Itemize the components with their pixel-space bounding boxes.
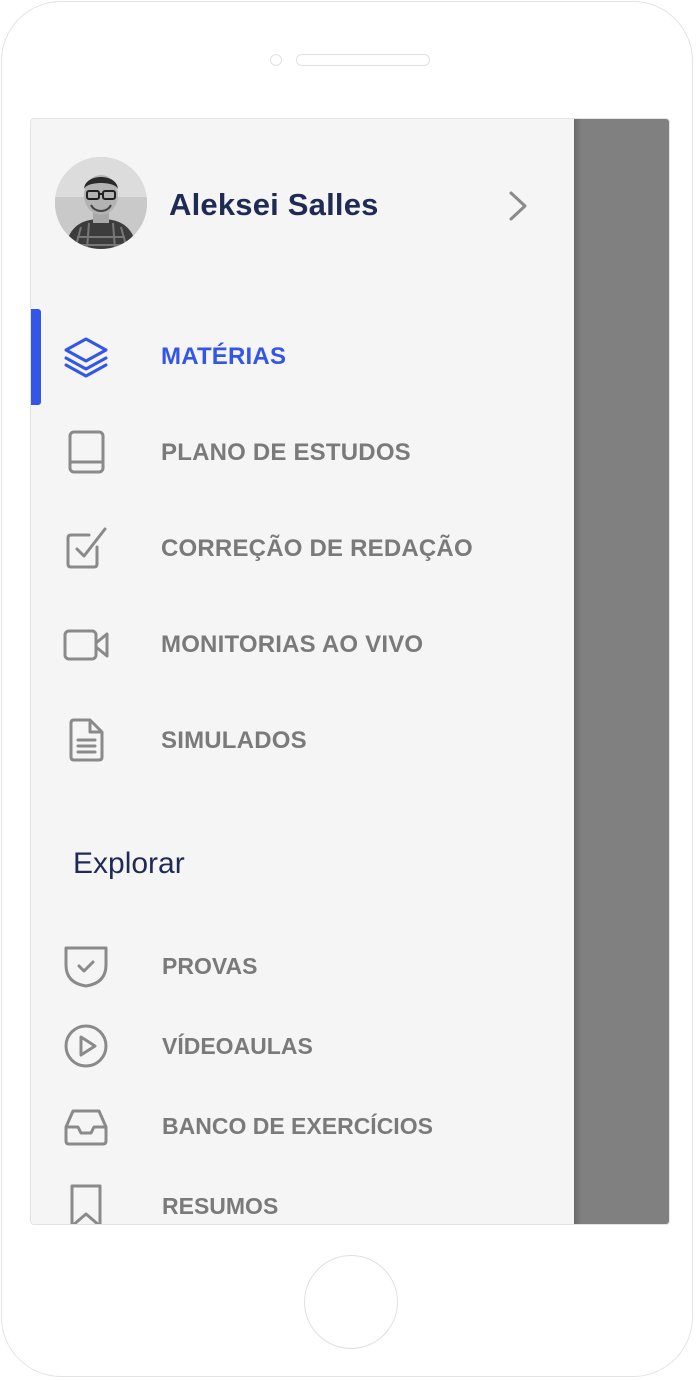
drawer-scrim[interactable] — [574, 119, 669, 1224]
menu-item-label: MATÉRIAS — [161, 343, 287, 370]
inbox-icon — [64, 1109, 108, 1146]
menu-item-label: CORREÇÃO DE REDAÇÃO — [161, 535, 473, 562]
menu-item-monitorias-ao-vivo[interactable]: MONITORIAS AO VIVO — [31, 597, 574, 693]
menu-item-label: SIMULADOS — [161, 727, 307, 754]
bookmark-icon — [70, 1184, 102, 1224]
menu-item-correcao-de-redacao[interactable]: CORREÇÃO DE REDAÇÃO — [31, 501, 574, 597]
home-button[interactable] — [304, 1255, 398, 1349]
explore-item-label: PROVAS — [162, 953, 258, 979]
explore-item-resumos[interactable]: RESUMOS — [31, 1167, 574, 1224]
profile-name[interactable]: Aleksei Salles — [169, 187, 379, 223]
avatar — [55, 157, 147, 249]
shield-check-icon — [64, 946, 108, 988]
menu-item-label: PLANO DE ESTUDOS — [161, 439, 411, 466]
menu-item-materias[interactable]: MATÉRIAS — [31, 309, 574, 405]
menu-item-simulados[interactable]: SIMULADOS — [31, 693, 574, 789]
screen: Aleksei Salles MATÉRIAS PLANO DE ESTUDOS… — [30, 118, 670, 1225]
video-camera-icon — [63, 629, 109, 661]
explore-item-label: RESUMOS — [162, 1193, 279, 1219]
checkbox-icon — [66, 527, 107, 569]
navigation-drawer: Aleksei Salles MATÉRIAS PLANO DE ESTUDOS… — [31, 119, 574, 1224]
phone-frame: Aleksei Salles MATÉRIAS PLANO DE ESTUDOS… — [1, 1, 693, 1377]
layers-icon — [64, 337, 108, 378]
explore-item-banco-de-exercicios[interactable]: BANCO DE EXERCÍCIOS — [31, 1087, 574, 1167]
book-icon — [68, 430, 105, 474]
explore-item-label: VÍDEOAULAS — [162, 1033, 313, 1059]
explore-item-label: BANCO DE EXERCÍCIOS — [162, 1113, 433, 1139]
camera — [270, 54, 282, 66]
explore-item-provas[interactable]: PROVAS — [31, 927, 574, 1007]
speaker — [296, 54, 430, 66]
chevron-right-icon[interactable] — [503, 187, 533, 225]
menu-item-label: MONITORIAS AO VIVO — [161, 631, 424, 658]
play-circle-icon — [64, 1024, 108, 1068]
document-icon — [69, 718, 104, 762]
menu-item-plano-de-estudos[interactable]: PLANO DE ESTUDOS — [31, 405, 574, 501]
profile-header[interactable]: Aleksei Salles — [31, 119, 574, 294]
explore-section-title: Explorar — [73, 847, 185, 880]
explore-item-videoaulas[interactable]: VÍDEOAULAS — [31, 1007, 574, 1087]
